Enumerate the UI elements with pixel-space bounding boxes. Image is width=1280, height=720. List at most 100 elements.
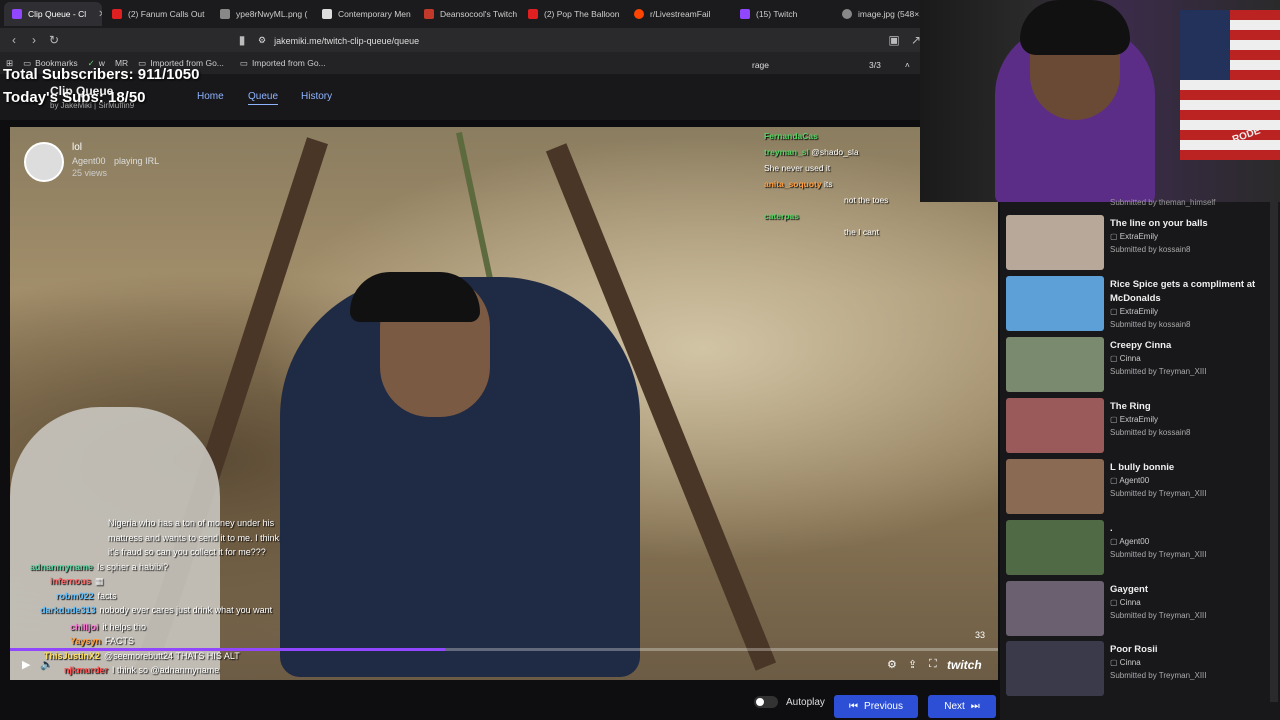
chevron-up-icon[interactable]: ˄ xyxy=(905,60,910,70)
clip-channel[interactable]: Agent00 xyxy=(72,156,106,166)
skip-forward-icon: ⏭ xyxy=(970,701,980,712)
queue-item[interactable]: Creepy Cinna ▢ Cinna Submitted by Treyma… xyxy=(1006,337,1268,395)
chat-text: not the toes xyxy=(844,195,889,205)
share-icon[interactable]: ⇪ xyxy=(908,658,917,671)
queue-scrollbar[interactable] xyxy=(1270,202,1278,702)
queue-item[interactable]: The line on your balls ▢ ExtraEmily Subm… xyxy=(1006,215,1268,273)
chat-icon: ▢ xyxy=(1110,415,1118,424)
clip-title: Creepy Cinna xyxy=(1110,340,1172,351)
clip-channel-line: ▢ ExtraEmily xyxy=(1110,232,1158,241)
nav-home[interactable]: Home xyxy=(197,91,224,102)
bookmark-icon[interactable]: ▮ xyxy=(232,33,252,47)
clip-submitter: Treyman_XIII xyxy=(1158,550,1207,559)
streamer-hair xyxy=(1020,0,1130,55)
queue-item[interactable]: Poor Rosii ▢ Cinna Submitted by Treyman_… xyxy=(1006,641,1268,699)
clip-submitter-line: Submitted by kossain8 xyxy=(1110,428,1191,437)
chat-user: FernandaCas xyxy=(764,131,818,141)
previous-button[interactable]: ⏮ Previous xyxy=(834,695,918,718)
nav-queue[interactable]: Queue xyxy=(248,91,279,105)
back-icon[interactable]: ‹ xyxy=(4,33,24,47)
chat-text: @seemorebutt24 THATS HIS ALT xyxy=(104,650,240,661)
clip-title: lol xyxy=(72,142,83,153)
bookmark-imported-2[interactable]: ▭ Imported from Go... xyxy=(240,58,326,69)
queue-item[interactable]: . ▢ Agent00 Submitted by Treyman_XIII xyxy=(1006,520,1268,578)
twitch-logo[interactable]: twitch xyxy=(947,658,982,672)
clip-title: L bully bonnie xyxy=(1110,462,1175,473)
clip-channel: ExtraEmily xyxy=(1119,415,1159,424)
screen: Clip Queue - Cl ✕ (2) Fanum Calls Out yp… xyxy=(0,0,1280,720)
chat-text: @shado_sla xyxy=(811,147,859,157)
tab-twitch[interactable]: (15) Twitch xyxy=(732,2,832,26)
autoplay-toggle[interactable] xyxy=(754,696,778,708)
chat-icon: ▢ xyxy=(1110,354,1118,363)
tab-livestreamfail[interactable]: r/LivestreamFail xyxy=(626,2,730,26)
clip-thumbnail xyxy=(1006,581,1104,636)
clip-submitter-line: Submitted by Treyman_XIII xyxy=(1110,671,1207,680)
tab-image-jpg[interactable]: image.jpg (548×18 xyxy=(834,2,924,26)
tab-label: Clip Queue - Cl xyxy=(28,9,87,19)
clip-submitter: Treyman_XIII xyxy=(1158,489,1207,498)
tab-fanum[interactable]: (2) Fanum Calls Out xyxy=(104,2,210,26)
find-query[interactable]: rage xyxy=(752,60,769,70)
clip-title: Gaygent xyxy=(1110,584,1149,595)
tab-image-png[interactable]: ype8rNwyML.png ( xyxy=(212,2,312,26)
previous-label: Previous xyxy=(864,701,903,712)
webcam-overlay: RODE xyxy=(920,0,1280,202)
clip-submitter-line: Submitted by Treyman_XIII xyxy=(1110,367,1207,376)
chat-message: infernous ▦ xyxy=(14,574,284,589)
chat-text: I think so @adnanmyname xyxy=(112,665,220,675)
channel-avatar[interactable] xyxy=(24,142,64,182)
chat-user: caterpas xyxy=(764,211,799,221)
clip-submitter: kossain8 xyxy=(1158,428,1191,437)
clip-channel: ExtraEmily xyxy=(1119,307,1159,316)
clip-submitter: Treyman_XIII xyxy=(1158,611,1207,620)
clip-submitter: Treyman_XIII xyxy=(1158,367,1207,376)
address-bar[interactable]: ⚙ jakemiki.me/twitch-clip-queue/queue xyxy=(258,32,918,49)
settings-icon[interactable]: ⚙ xyxy=(887,658,897,671)
chat-message: njkmurder I think so @adnanmyname xyxy=(14,663,284,678)
clip-submitter: kossain8 xyxy=(1158,320,1191,329)
chat-text: Is spher a habibi? xyxy=(97,561,169,572)
forward-icon[interactable]: › xyxy=(24,33,44,47)
autoplay-control[interactable]: Autoplay xyxy=(754,696,825,708)
clip-channel: ExtraEmily xyxy=(1119,232,1159,241)
chat-text: Nigeria who has a ton of money under his… xyxy=(108,518,280,557)
clip-submitter-line: Submitted by Treyman_XIII xyxy=(1110,489,1207,498)
clip-thumbnail xyxy=(1006,459,1104,514)
tab-deansocool[interactable]: Deansocool's Twitch xyxy=(416,2,518,26)
screen-icon[interactable]: ▣ xyxy=(884,33,904,47)
nav-history[interactable]: History xyxy=(301,91,332,102)
clip-channel-line: ▢ Cinna xyxy=(1110,354,1141,363)
twitch-icon xyxy=(740,9,750,19)
queue-item[interactable]: L bully bonnie ▢ Agent00 Submitted by Tr… xyxy=(1006,459,1268,517)
clip-channel-line: ▢ Cinna xyxy=(1110,598,1141,607)
clip-submitter-line: Submitted by kossain8 xyxy=(1110,245,1191,254)
tab-clip-queue[interactable]: Clip Queue - Cl ✕ xyxy=(4,2,102,26)
reload-icon[interactable]: ↻ xyxy=(44,33,64,47)
total-subs-overlay: Total Subscribers: 911/1050 xyxy=(3,66,200,83)
clip-channel: Agent00 xyxy=(1119,537,1150,546)
chat-message: Nigeria who has a ton of money under his… xyxy=(14,516,284,560)
queue-item[interactable]: Rice Spice gets a compliment at McDonald… xyxy=(1006,276,1268,334)
skip-back-icon: ⏮ xyxy=(849,701,859,712)
clip-thumbnail xyxy=(1006,520,1104,575)
fullscreen-icon[interactable]: ⛶ xyxy=(929,658,937,671)
tab-pop-balloon[interactable]: (2) Pop The Balloon xyxy=(520,2,624,26)
close-icon[interactable]: ✕ xyxy=(98,9,102,20)
chat-text: facts xyxy=(97,590,117,601)
clip-channel-line: ▢ Cinna xyxy=(1110,658,1141,667)
tab-contemporary[interactable]: Contemporary Men xyxy=(314,2,414,26)
chat-icon: ▢ xyxy=(1110,537,1118,546)
chat-text: the I cant xyxy=(844,227,879,237)
next-button[interactable]: Next ⏭ xyxy=(928,695,996,718)
queue-item[interactable]: The Ring ▢ ExtraEmily Submitted by kossa… xyxy=(1006,398,1268,456)
chat-user: adnanmyname xyxy=(30,561,94,572)
folder-icon: ▭ xyxy=(239,57,248,68)
site-info-icon[interactable]: ⚙ xyxy=(258,35,266,46)
queue-item[interactable]: Gaygent ▢ Cinna Submitted by Treyman_XII… xyxy=(1006,581,1268,639)
find-bar[interactable]: rage 3/3 ˄ xyxy=(740,56,920,74)
chat-text: it helps tho xyxy=(102,621,147,632)
chat-user: anita_soquoty xyxy=(764,179,822,189)
clip-channel-line: Agent00 playing IRL xyxy=(72,156,159,166)
clip-channel: Cinna xyxy=(1119,354,1141,363)
